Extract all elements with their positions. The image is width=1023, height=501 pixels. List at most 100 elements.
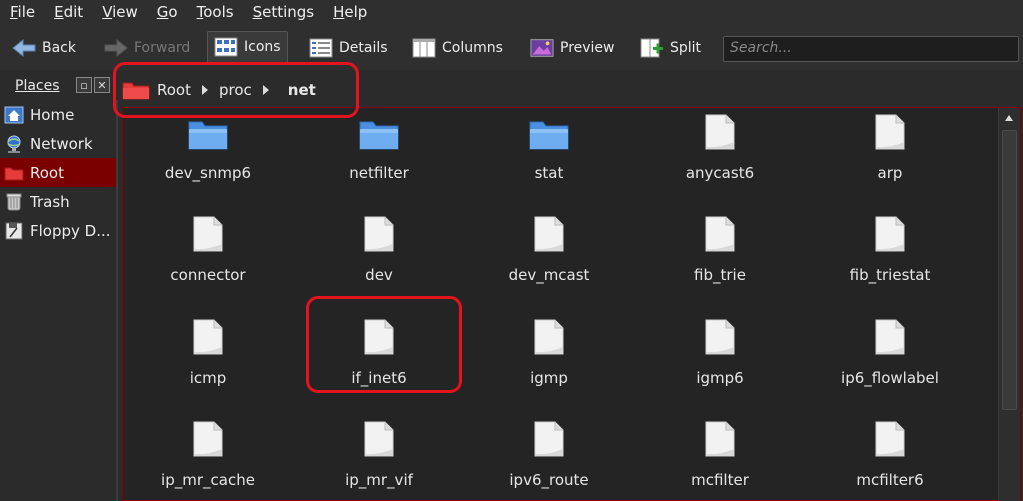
- place-home-label: Home: [30, 105, 75, 124]
- places-title: Places: [15, 78, 60, 94]
- close-panel-icon[interactable]: ✕: [94, 77, 110, 93]
- split-button[interactable]: Split: [640, 32, 701, 64]
- file-name: ipv6_route: [509, 471, 589, 489]
- preview-button[interactable]: Preview: [530, 32, 615, 64]
- forward-arrow-icon: [104, 38, 128, 58]
- place-floppy[interactable]: Floppy D...: [0, 216, 116, 245]
- places-list: Home Network Root Trash Floppy D...: [0, 100, 116, 245]
- file-name: dev_snmp6: [164, 164, 252, 182]
- menu-tools[interactable]: Tools: [187, 3, 243, 21]
- file-item[interactable]: fib_triestat: [805, 216, 975, 296]
- menu-file-rest: ile: [17, 3, 36, 21]
- file-icon: [875, 421, 905, 457]
- root-folder-icon: [4, 164, 24, 182]
- file-name: igmp: [530, 369, 568, 387]
- file-name: stat: [534, 164, 564, 182]
- menu-bar: File Edit View Go Tools Settings Help: [0, 0, 1023, 24]
- folder-item[interactable]: dev_snmp6: [123, 114, 293, 194]
- scrollbar-thumb[interactable]: [1002, 130, 1017, 410]
- file-icon: [364, 421, 394, 457]
- back-arrow-icon: [12, 38, 36, 58]
- place-network[interactable]: Network: [0, 129, 116, 158]
- menu-help-rest: elp: [344, 3, 368, 21]
- file-name: ip_mr_cache: [161, 471, 255, 489]
- menu-file[interactable]: File: [0, 3, 44, 21]
- file-icon: [705, 216, 735, 252]
- file-name: connector: [170, 266, 246, 284]
- file-icon: [193, 421, 223, 457]
- file-item[interactable]: dev_mcast: [464, 216, 634, 296]
- menu-settings[interactable]: Settings: [243, 3, 324, 21]
- sidebar-splitter[interactable]: [116, 100, 118, 501]
- file-item[interactable]: dev: [294, 216, 464, 296]
- file-item[interactable]: igmp6: [635, 319, 805, 399]
- file-icon: [193, 319, 223, 355]
- file-item[interactable]: icmp: [123, 319, 293, 399]
- annotation-breadcrumb-highlight: [113, 62, 359, 118]
- file-item[interactable]: ipv6_route: [464, 421, 634, 500]
- columns-view-button[interactable]: Columns: [412, 32, 503, 64]
- file-item[interactable]: mcfilter: [635, 421, 805, 500]
- file-view[interactable]: dev_snmp6 netfilter stat anycast6 arp connect…: [122, 107, 1022, 501]
- back-label: Back: [42, 40, 76, 56]
- file-name: netfilter: [349, 164, 409, 182]
- back-button[interactable]: Back: [12, 32, 76, 64]
- icons-view-button[interactable]: Icons: [207, 31, 288, 63]
- file-icon: [534, 216, 564, 252]
- scroll-up-icon[interactable]: [1002, 111, 1016, 125]
- file-item[interactable]: arp: [805, 114, 975, 194]
- file-icon: [875, 319, 905, 355]
- folder-icon: [188, 120, 228, 150]
- file-item[interactable]: ip_mr_vif: [294, 421, 464, 500]
- file-item[interactable]: fib_trie: [635, 216, 805, 296]
- menu-edit-rest: dit: [63, 3, 84, 21]
- forward-button[interactable]: Forward: [104, 32, 190, 64]
- file-item[interactable]: anycast6: [635, 114, 805, 194]
- preview-label: Preview: [560, 40, 615, 56]
- file-name: mcfilter: [691, 471, 749, 489]
- place-network-label: Network: [30, 134, 93, 153]
- float-panel-icon[interactable]: ▫: [76, 77, 92, 93]
- icons-view-icon: [214, 37, 238, 57]
- menu-view[interactable]: View: [92, 3, 147, 21]
- file-item[interactable]: igmp: [464, 319, 634, 399]
- details-view-button[interactable]: Details: [309, 32, 388, 64]
- file-name: dev: [365, 266, 393, 284]
- menu-edit[interactable]: Edit: [44, 3, 92, 21]
- folder-item[interactable]: netfilter: [294, 114, 464, 194]
- preview-icon: [530, 38, 554, 58]
- columns-label: Columns: [442, 40, 503, 56]
- file-name: fib_trie: [694, 266, 746, 284]
- place-home[interactable]: Home: [0, 100, 116, 129]
- file-name: ip6_flowlabel: [841, 369, 939, 387]
- menu-tools-rest: ools: [203, 3, 234, 21]
- menu-go-rest: o: [168, 3, 178, 21]
- menu-view-rest: iew: [112, 3, 138, 21]
- file-item[interactable]: ip6_flowlabel: [805, 319, 975, 399]
- file-item[interactable]: connector: [123, 216, 293, 296]
- split-icon: [640, 38, 664, 58]
- network-icon: [4, 135, 24, 153]
- file-icon: [534, 319, 564, 355]
- search-input[interactable]: Search...: [723, 36, 1019, 62]
- details-label: Details: [339, 40, 388, 56]
- menu-help[interactable]: Help: [323, 3, 376, 21]
- icons-label: Icons: [244, 39, 281, 55]
- menu-go[interactable]: Go: [147, 3, 187, 21]
- columns-view-icon: [412, 38, 436, 58]
- menu-settings-rest: ettings: [262, 3, 315, 21]
- file-item[interactable]: ip_mr_cache: [123, 421, 293, 500]
- file-icon: [193, 216, 223, 252]
- file-icon: [705, 319, 735, 355]
- file-name: icmp: [189, 369, 227, 387]
- vertical-scrollbar[interactable]: [998, 108, 1020, 501]
- home-icon: [4, 106, 24, 124]
- place-root[interactable]: Root: [0, 158, 116, 187]
- file-item[interactable]: mcfilter6: [805, 421, 975, 500]
- file-icon: [705, 421, 735, 457]
- annotation-file-highlight: [306, 296, 462, 393]
- place-trash[interactable]: Trash: [0, 187, 116, 216]
- file-icon: [534, 421, 564, 457]
- folder-item[interactable]: stat: [464, 114, 634, 194]
- file-icon: [364, 216, 394, 252]
